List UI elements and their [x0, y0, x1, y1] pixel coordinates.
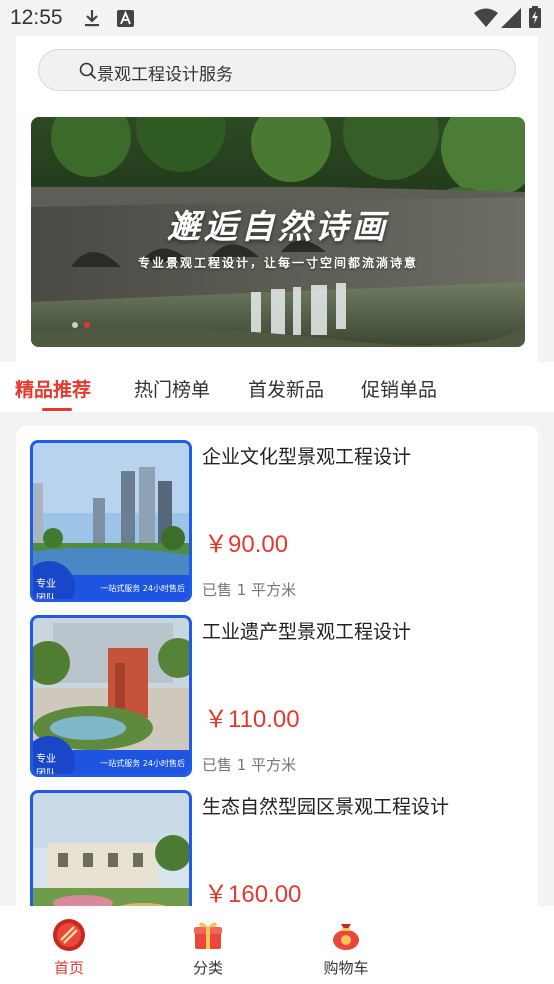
money-bag-cart-icon: [333, 924, 359, 950]
home-icon: [53, 919, 85, 951]
tab-hot-list[interactable]: 热门榜单: [134, 375, 210, 402]
product-title: 工业遗产型景观工程设计: [202, 621, 412, 643]
nav-cart-label: 购物车: [323, 959, 369, 977]
nav-category[interactable]: 分类: [153, 906, 263, 984]
product-sold: 已售 1 平方米: [202, 581, 297, 599]
product-price: ￥160.00: [204, 881, 302, 908]
search-input[interactable]: 景观工程设计服务: [38, 49, 516, 91]
product-sold: 已售 1 平方米: [202, 756, 297, 774]
tab-active-indicator: [42, 408, 72, 411]
banner-carousel[interactable]: 邂逅自然诗画 专业景观工程设计，让每一寸空间都流淌诗意: [31, 117, 525, 347]
thumb-footer-text: 一站式服务 24小时售后: [100, 759, 185, 768]
product-item[interactable]: 一站式服务 24小时售后 专业团队 工业遗产型景观工程设计 ￥110.00 已售…: [30, 615, 530, 777]
product-list: 一站式服务 24小时售后 专业团队 企业文化型景观工程设计 ￥90.00 已售 …: [16, 426, 538, 916]
nav-home[interactable]: 首页: [14, 906, 124, 984]
category-tabs: 精品推荐 热门榜单 首发新品 促销单品: [0, 362, 554, 412]
search-icon: [79, 62, 97, 80]
keyboard-a-icon: [117, 10, 134, 27]
carousel-dot-active[interactable]: [84, 322, 90, 328]
tab-new-arrivals[interactable]: 首发新品: [248, 375, 324, 402]
product-title: 企业文化型景观工程设计: [202, 446, 412, 468]
tab-promotions[interactable]: 促销单品: [361, 375, 437, 402]
gift-category-icon: [194, 922, 222, 949]
product-price: ￥110.00: [204, 706, 300, 733]
nav-cart[interactable]: 购物车: [291, 906, 401, 984]
product-item[interactable]: 生态自然型园区景观工程设计 ￥160.00: [30, 790, 530, 916]
product-title: 生态自然型园区景观工程设计: [202, 796, 450, 818]
banner-title: 邂逅自然诗画: [167, 207, 389, 246]
download-icon: [85, 10, 99, 27]
team-badge-text: 专业团队: [36, 754, 56, 777]
carousel-dot[interactable]: [72, 322, 78, 328]
product-thumbnail: 一站式服务 24小时售后 专业团队: [30, 615, 192, 777]
battery-charging-icon: [529, 6, 541, 28]
product-item[interactable]: 一站式服务 24小时售后 专业团队 企业文化型景观工程设计 ￥90.00 已售 …: [30, 440, 530, 602]
wifi-icon: [474, 8, 498, 27]
product-thumbnail: 一站式服务 24小时售后 专业团队: [30, 440, 192, 602]
status-bar: 12:55: [0, 0, 554, 36]
thumb-footer-text: 一站式服务 24小时售后: [100, 584, 185, 593]
nav-category-label: 分类: [192, 959, 223, 977]
top-card: 景观工程设计服务 邂逅自然诗画 专业景观工程设计，让每一寸空间都流淌诗意: [16, 36, 538, 362]
signal-icon: [501, 8, 521, 28]
product-price: ￥90.00: [204, 531, 289, 558]
team-badge-text: 专业团队: [36, 579, 56, 602]
tab-featured[interactable]: 精品推荐: [15, 375, 91, 402]
status-time: 12:55: [10, 6, 63, 29]
banner-subtitle: 专业景观工程设计，让每一寸空间都流淌诗意: [137, 256, 418, 270]
search-text: 景观工程设计服务: [97, 65, 233, 85]
nav-home-label: 首页: [53, 959, 84, 977]
product-thumbnail: [30, 790, 192, 916]
bottom-nav: 首页 分类 购物车: [0, 906, 554, 984]
